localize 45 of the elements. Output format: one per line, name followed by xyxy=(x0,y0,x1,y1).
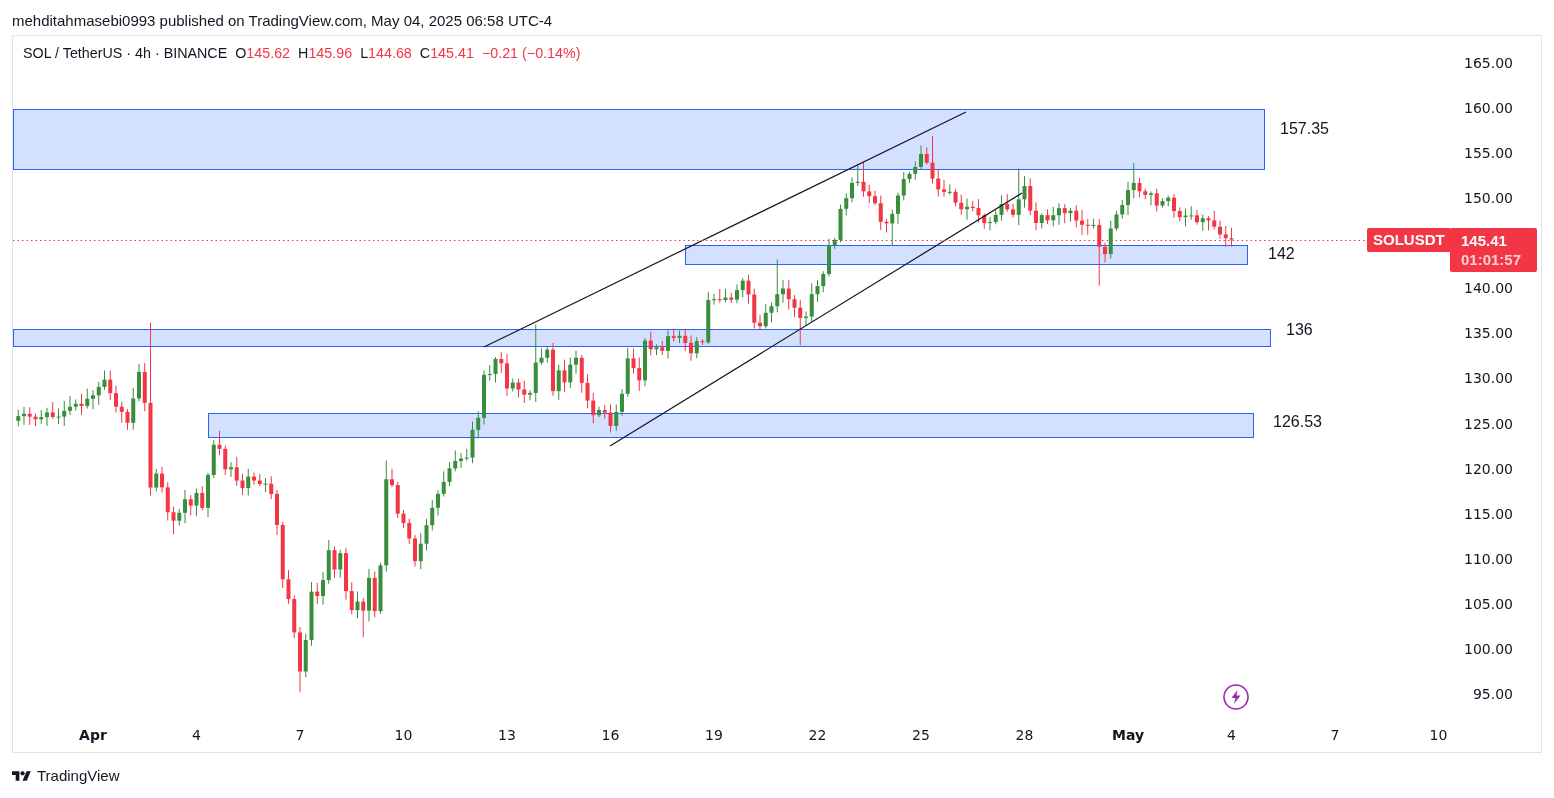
symbol-badge: SOLUSDT xyxy=(1367,228,1451,252)
symbol-title[interactable]: SOL / TetherUS · 4h · BINANCE xyxy=(23,45,228,61)
time-axis-label: Apr xyxy=(79,728,107,742)
price-axis-label: 125.00 xyxy=(1464,416,1513,431)
ohlc-value: O145.62 xyxy=(235,45,291,61)
logo-icon[interactable] xyxy=(12,769,31,782)
ohlc-value: C145.41 xyxy=(419,45,474,61)
price-axis-label: 120.00 xyxy=(1464,461,1513,476)
price-axis-label: 110.00 xyxy=(1464,551,1513,566)
time-axis-label: May xyxy=(1111,728,1145,742)
brand-name: TradingView xyxy=(37,768,120,783)
time-axis-label: 7 xyxy=(295,728,305,742)
price-change: −0.21 (−0.14%) xyxy=(481,45,581,61)
price-axis-label: 130.00 xyxy=(1464,371,1513,386)
price-axis-label: 135.00 xyxy=(1464,326,1513,341)
zone-price-label: 126.53 xyxy=(1273,414,1322,430)
zone-price-label: 142 xyxy=(1268,246,1295,262)
ohlc-value: H145.96 xyxy=(298,45,353,61)
price-axis-label: 155.00 xyxy=(1464,146,1513,161)
zone-price-label: 157.35 xyxy=(1280,121,1329,137)
time-axis-label: 25 xyxy=(912,728,930,742)
last-price: 145.41 xyxy=(1461,231,1508,250)
time-axis-label: 22 xyxy=(808,728,827,742)
ohlc-value: L144.68 xyxy=(360,45,412,61)
price-axis-label: 115.00 xyxy=(1464,506,1513,521)
lightning-icon[interactable] xyxy=(1223,684,1249,710)
time-axis-label: 10 xyxy=(1429,728,1448,742)
time-axis-label: 19 xyxy=(705,728,723,742)
price-axis-label: 95.00 xyxy=(1472,686,1513,701)
time-axis-label: 4 xyxy=(1227,728,1236,742)
time-axis-label: 10 xyxy=(394,728,413,742)
time-axis-label: 13 xyxy=(498,728,516,742)
publish-info: mehditahmasebi0993 published on TradingView.com, May 04, 2025 06:58 UTC-4 xyxy=(12,12,553,28)
price-axis-label: 165.00 xyxy=(1464,56,1513,70)
price-axis-label: 150.00 xyxy=(1464,191,1513,206)
price-axis-label: 140.00 xyxy=(1464,281,1513,296)
time-axis-label: 16 xyxy=(601,728,620,742)
time-axis-label: 4 xyxy=(192,728,201,742)
time-axis-label: 7 xyxy=(1330,728,1340,742)
bar-countdown: 01:01:57 xyxy=(1461,250,1523,269)
price-axis-label: 105.00 xyxy=(1464,596,1513,611)
zone-price-label: 136 xyxy=(1286,322,1313,338)
time-axis-label: 28 xyxy=(1015,728,1034,742)
price-axis-label: 160.00 xyxy=(1464,101,1513,116)
price-axis-label: 100.00 xyxy=(1464,641,1513,656)
